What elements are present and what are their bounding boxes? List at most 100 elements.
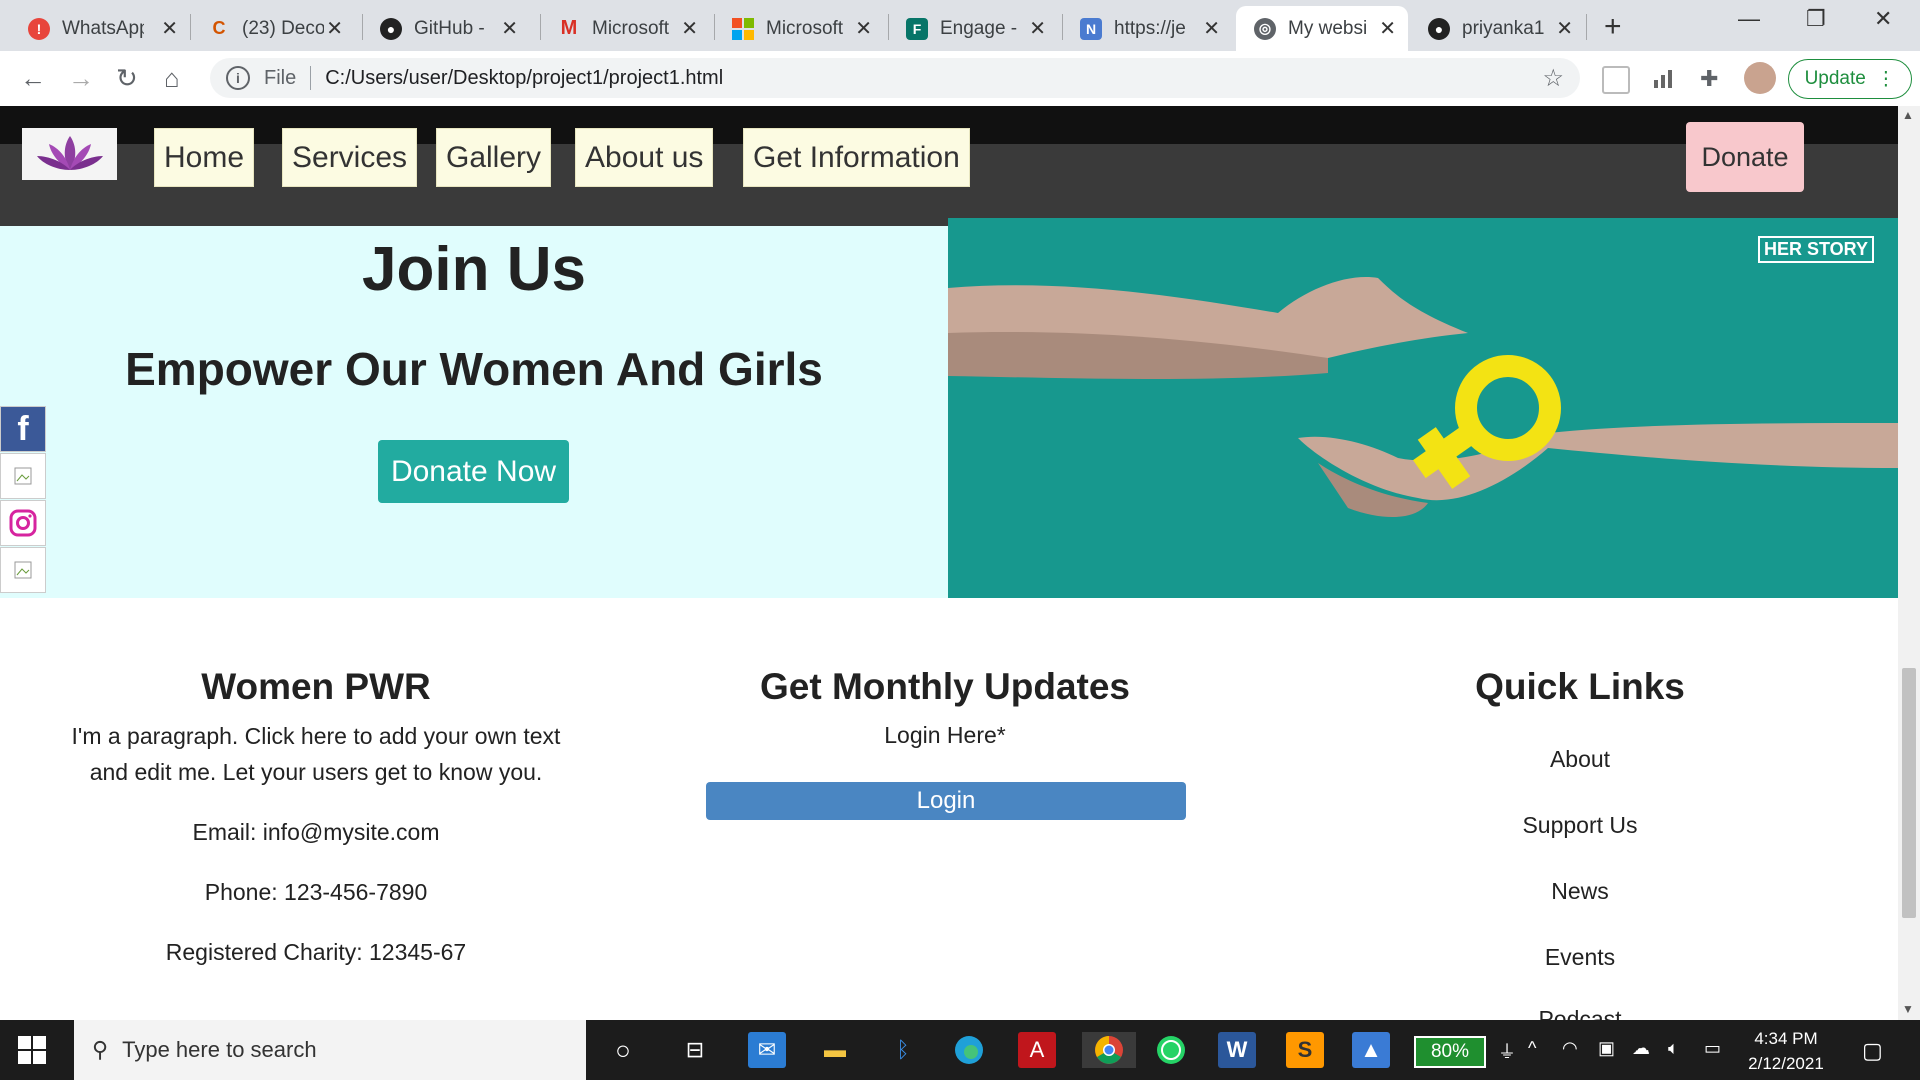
close-icon[interactable]: ✕ <box>326 16 343 41</box>
windows-start-icon[interactable] <box>18 1036 46 1064</box>
tab-github[interactable]: ● GitHub - ✕ <box>362 6 530 51</box>
new-tab-icon[interactable]: + <box>1604 10 1622 44</box>
footer-charity: Registered Charity: 12345-67 <box>165 939 467 965</box>
close-icon[interactable]: ✕ <box>501 16 518 41</box>
system-clock[interactable]: 4:34 PM 2/12/2021 <box>1738 1026 1834 1076</box>
social-sidebar: f <box>0 406 46 594</box>
acrobat-icon[interactable]: A <box>1018 1032 1056 1068</box>
close-icon[interactable]: ✕ <box>681 16 698 41</box>
url-text[interactable]: C:/Users/user/Desktop/project1/project1.… <box>325 67 723 90</box>
edge-icon[interactable] <box>950 1032 988 1068</box>
close-icon[interactable]: ✕ <box>1556 16 1573 41</box>
tab-title: Microsoft <box>766 17 844 39</box>
sublime-text-icon[interactable]: S <box>1286 1032 1324 1068</box>
nav-home-link[interactable]: Home <box>154 128 255 187</box>
scroll-down-icon[interactable]: ▼ <box>1902 1002 1914 1016</box>
donate-button[interactable]: Donate <box>1686 122 1804 192</box>
back-icon[interactable]: ← <box>20 63 46 94</box>
nav-get-information-label: Get Information <box>753 140 960 174</box>
battery-tray-icon[interactable]: ▭ <box>1704 1038 1721 1059</box>
tab-title: https://je <box>1114 17 1186 39</box>
gmail-icon: M <box>560 17 578 39</box>
footer-updates-heading: Get Monthly Updates <box>759 666 1131 707</box>
close-icon[interactable]: ✕ <box>1029 16 1046 41</box>
forward-icon[interactable]: → <box>68 63 94 94</box>
word-icon[interactable]: W <box>1218 1032 1256 1068</box>
battery-indicator[interactable]: 80% <box>1414 1036 1486 1068</box>
tab-title: (23) Deco <box>242 17 324 39</box>
page-scrollbar[interactable]: ▲ ▼ <box>1898 106 1920 1020</box>
info-icon[interactable]: i <box>226 66 250 90</box>
taskbar-search-box[interactable]: ⚲ Type here to search <box>74 1020 586 1080</box>
reload-icon[interactable]: ↻ <box>116 63 138 94</box>
close-icon[interactable]: ✕ <box>855 16 872 41</box>
lotus-logo[interactable] <box>22 128 117 180</box>
update-button[interactable]: Update ⋮ <box>1788 59 1912 99</box>
footer-about-column: Women PWR I'm a paragraph. Click here to… <box>64 666 568 970</box>
quick-link-news[interactable]: News <box>1370 878 1790 905</box>
power-plug-icon[interactable]: ⏚ <box>1498 1038 1516 1064</box>
facebook-icon[interactable]: f <box>0 406 46 452</box>
device-icon[interactable]: ▣ <box>1598 1038 1615 1059</box>
tab-microsoft[interactable]: Microsoft ✕ <box>714 6 884 51</box>
restore-icon[interactable]: ❐ <box>1806 6 1826 32</box>
github-icon: ● <box>1428 17 1450 40</box>
site-icon: N <box>1080 17 1102 40</box>
wifi-icon[interactable]: ◠ <box>1562 1038 1578 1059</box>
minimize-icon[interactable]: — <box>1738 6 1760 32</box>
broken-image-icon[interactable] <box>0 453 46 499</box>
footer-about-paragraph: I'm a paragraph. Click here to add your … <box>71 723 561 785</box>
chevron-up-icon[interactable]: ^ <box>1528 1038 1536 1059</box>
scroll-up-icon[interactable]: ▲ <box>1902 108 1914 122</box>
globe-icon: ◎ <box>1254 17 1276 40</box>
tab-decode[interactable]: C (23) Deco ✕ <box>190 6 355 51</box>
instagram-icon[interactable] <box>0 500 46 546</box>
task-view-icon[interactable]: ⊟ <box>676 1032 714 1068</box>
file-explorer-icon[interactable]: ▬ <box>816 1032 854 1068</box>
cortana-icon[interactable]: ○ <box>604 1032 642 1068</box>
chrome-icon[interactable] <box>1082 1032 1136 1068</box>
clock-time: 4:34 PM <box>1754 1029 1818 1048</box>
nav-about-link[interactable]: About us <box>575 128 714 187</box>
window-close-icon[interactable]: ✕ <box>1874 6 1892 32</box>
mail-app-icon[interactable]: ✉ <box>748 1032 786 1068</box>
bookmark-star-icon[interactable]: ☆ <box>1542 64 1564 93</box>
tab-whatsapp[interactable]: ! WhatsApp ✕ <box>10 6 190 51</box>
whatsapp-icon[interactable] <box>1152 1032 1190 1068</box>
hero-section: Join Us Empower Our Women And Girls Dona… <box>0 226 948 598</box>
whatsapp-icon: ! <box>28 17 50 40</box>
tab-title: Microsoft <box>592 17 670 39</box>
extension-chart-icon[interactable] <box>1652 66 1676 90</box>
broken-image-icon[interactable] <box>0 547 46 593</box>
github-icon: ● <box>380 17 402 40</box>
avatar[interactable] <box>1744 62 1776 94</box>
tab-gmail[interactable]: M Microsoft ✕ <box>540 6 710 51</box>
close-icon[interactable]: ✕ <box>1203 16 1220 41</box>
onedrive-cloud-icon[interactable]: ☁ <box>1632 1038 1650 1059</box>
quick-link-events[interactable]: Events <box>1370 944 1790 971</box>
donate-now-button[interactable]: Donate Now <box>378 440 569 503</box>
photos-icon[interactable]: ▲ <box>1352 1032 1390 1068</box>
notifications-icon[interactable]: ▢ <box>1862 1038 1883 1064</box>
quick-link-podcast[interactable]: Podcast <box>1370 1006 1790 1020</box>
tab-priyanka[interactable]: ● priyanka1 ✕ <box>1410 6 1585 51</box>
update-label: Update <box>1804 68 1866 89</box>
scrollbar-thumb[interactable] <box>1902 668 1916 918</box>
close-icon[interactable]: ✕ <box>1379 16 1396 41</box>
nav-gallery-link[interactable]: Gallery <box>436 128 552 187</box>
quick-link-support-us[interactable]: Support Us <box>1370 812 1790 839</box>
tab-je[interactable]: N https://je ✕ <box>1062 6 1232 51</box>
volume-icon[interactable]: 🔈︎ <box>1668 1038 1679 1059</box>
tab-my-website[interactable]: ◎ My websi ✕ <box>1236 6 1408 51</box>
extension-pocket-icon[interactable] <box>1602 66 1630 94</box>
nav-services-link[interactable]: Services <box>282 128 418 187</box>
home-icon[interactable]: ⌂ <box>164 63 180 94</box>
quick-link-about[interactable]: About <box>1370 746 1790 773</box>
nav-get-information-link[interactable]: Get Information <box>743 128 970 187</box>
tab-engage[interactable]: F Engage - ✕ <box>888 6 1058 51</box>
bluetooth-icon[interactable]: ᛒ <box>884 1032 922 1068</box>
address-bar[interactable]: i File C:/Users/user/Desktop/project1/pr… <box>210 58 1580 98</box>
login-button[interactable]: Login <box>706 782 1186 820</box>
extensions-puzzle-icon[interactable]: ✚ <box>1700 66 1724 91</box>
close-icon[interactable]: ✕ <box>161 16 178 41</box>
